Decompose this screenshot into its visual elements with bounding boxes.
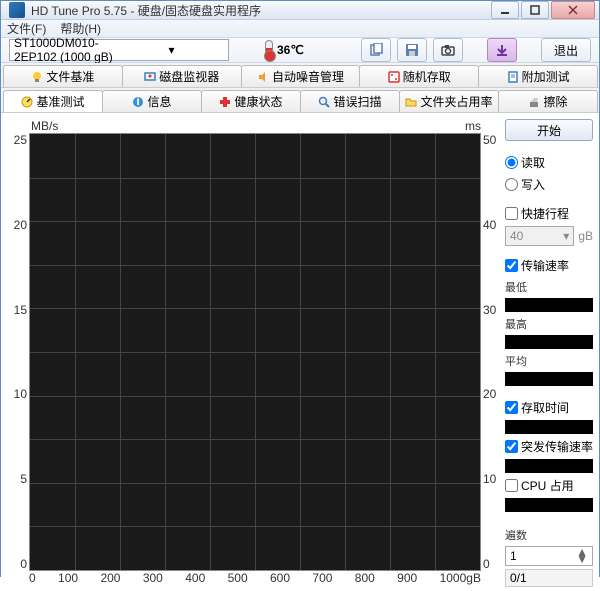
y-right-unit: ms: [465, 119, 481, 133]
progress-display: 0/1: [505, 569, 593, 587]
titlebar: HD Tune Pro 5.75 - 硬盘/固态硬盘实用程序: [1, 1, 599, 20]
app-window: HD Tune Pro 5.75 - 硬盘/固态硬盘实用程序 文件(F) 帮助(…: [0, 0, 600, 577]
cpu-checkbox[interactable]: [505, 479, 518, 492]
access-time-value: [505, 420, 593, 434]
access-time-label: 存取时间: [521, 399, 569, 416]
write-radio[interactable]: [505, 178, 518, 191]
search-icon: [318, 96, 330, 108]
close-button[interactable]: [551, 1, 595, 19]
quick-value-select[interactable]: 40 ▾: [505, 226, 574, 246]
burst-rate-row: 突发传输速率: [505, 437, 593, 456]
svg-text:i: i: [137, 96, 140, 108]
erase-icon: [528, 96, 540, 108]
x-axis: 0 100 200 300 400 500 600 700 800 900 10…: [7, 571, 499, 587]
min-label: 最低: [505, 279, 593, 295]
tab-disk-monitor[interactable]: 磁盘监视器: [122, 65, 242, 87]
burst-rate-checkbox[interactable]: [505, 440, 518, 453]
access-time-checkbox[interactable]: [505, 401, 518, 414]
health-icon: [219, 96, 231, 108]
chart-area: MB/s ms 25 20 15 10 5 0 50 40 30 20: [7, 117, 499, 587]
content-area: MB/s ms 25 20 15 10 5 0 50 40 30 20: [1, 113, 599, 591]
menu-file[interactable]: 文件(F): [7, 20, 46, 37]
passes-spinner[interactable]: 1 ▲▼: [505, 546, 593, 566]
start-button[interactable]: 开始: [505, 119, 593, 141]
write-label: 写入: [521, 176, 545, 193]
max-value: [505, 335, 593, 349]
screenshot-button[interactable]: [433, 38, 463, 62]
tab-erase[interactable]: 擦除: [498, 90, 598, 112]
tab-benchmark[interactable]: 基准测试: [3, 90, 103, 112]
dice-icon: [388, 71, 400, 83]
quick-label: 快捷行程: [521, 205, 569, 222]
speaker-icon: [257, 71, 269, 83]
quick-checkbox[interactable]: [505, 207, 518, 220]
quick-row: 快捷行程: [505, 204, 593, 223]
transfer-rate-checkbox[interactable]: [505, 259, 518, 272]
burst-rate-label: 突发传输速率: [521, 438, 593, 455]
write-radio-row: 写入: [505, 175, 593, 194]
avg-label: 平均: [505, 353, 593, 369]
max-label: 最高: [505, 316, 593, 332]
access-time-row: 存取时间: [505, 398, 593, 417]
transfer-rate-row: 传输速率: [505, 256, 593, 275]
tabs-row-2: 基准测试 i信息 健康状态 错误扫描 文件夹占用率 擦除: [1, 88, 599, 113]
y-axis-right: 50 40 30 20 10 0: [481, 133, 499, 571]
read-label: 读取: [521, 154, 545, 171]
y-left-unit: MB/s: [31, 119, 58, 133]
tab-folder-usage[interactable]: 文件夹占用率: [399, 90, 499, 112]
drive-selected-text: ST1000DM010-2EP102 (1000 gB): [14, 36, 119, 64]
quick-unit: gB: [578, 229, 593, 243]
tab-file-benchmark[interactable]: 文件基准: [3, 65, 123, 87]
cpu-label: CPU 占用: [521, 477, 574, 494]
chevron-down-icon: ▾: [563, 229, 569, 243]
monitor-icon: [144, 71, 156, 83]
tab-error-scan[interactable]: 错误扫描: [300, 90, 400, 112]
tab-health[interactable]: 健康状态: [201, 90, 301, 112]
maximize-button[interactable]: [521, 1, 549, 19]
chart-plot: [29, 133, 481, 571]
drive-select[interactable]: ST1000DM010-2EP102 (1000 gB) ▾: [9, 39, 229, 61]
tab-info[interactable]: i信息: [102, 90, 202, 112]
info-icon: i: [132, 96, 144, 108]
tabs-row-1: 文件基准 磁盘监视器 自动噪音管理 随机存取 附加测试: [1, 63, 599, 88]
minimize-button[interactable]: [491, 1, 519, 19]
folder-icon: [405, 96, 417, 108]
thermometer-icon: [265, 40, 273, 60]
tab-aam[interactable]: 自动噪音管理: [241, 65, 361, 87]
main-toolbar: ST1000DM010-2EP102 (1000 gB) ▾ 36℃ 退出: [1, 38, 599, 63]
download-button[interactable]: [487, 38, 517, 62]
temperature-display: 36℃: [265, 40, 304, 60]
clipboard-icon: [507, 71, 519, 83]
temperature-value: 36℃: [277, 43, 304, 57]
passes-label: 遍数: [505, 527, 593, 543]
menu-help[interactable]: 帮助(H): [60, 20, 101, 37]
burst-rate-value: [505, 459, 593, 473]
transfer-rate-label: 传输速率: [521, 257, 569, 274]
read-radio[interactable]: [505, 156, 518, 169]
gauge-icon: [21, 96, 33, 108]
min-value: [505, 298, 593, 312]
copy-button[interactable]: [361, 38, 391, 62]
window-title: HD Tune Pro 5.75 - 硬盘/固态硬盘实用程序: [31, 2, 489, 19]
side-panel: 开始 读取 写入 快捷行程 40 ▾ gB: [505, 117, 593, 587]
y-axis-left: 25 20 15 10 5 0: [7, 133, 29, 571]
tab-random-access[interactable]: 随机存取: [359, 65, 479, 87]
read-radio-row: 读取: [505, 153, 593, 172]
lightbulb-icon: [31, 71, 43, 83]
exit-button[interactable]: 退出: [541, 38, 591, 62]
cpu-row: CPU 占用: [505, 476, 593, 495]
tab-extra-tests[interactable]: 附加测试: [478, 65, 598, 87]
app-icon: [9, 2, 25, 18]
avg-value: [505, 372, 593, 386]
cpu-value: [505, 498, 593, 512]
chevron-down-icon: ▾: [119, 43, 224, 57]
spinner-arrows-icon: ▲▼: [576, 549, 588, 563]
save-button[interactable]: [397, 38, 427, 62]
